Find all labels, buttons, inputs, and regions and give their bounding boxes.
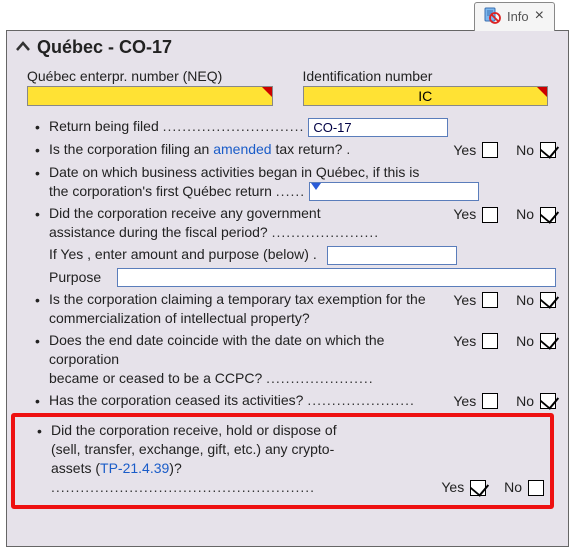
bullet-icon: • [35, 140, 49, 160]
no-label: No [516, 291, 534, 310]
bullet-icon: • [35, 204, 49, 224]
no-label: No [504, 478, 522, 497]
amended-text-pre: Is the corporation filing an [49, 141, 213, 157]
tab-label: Info [507, 9, 529, 24]
bullet-icon: • [35, 331, 49, 351]
crypto-no-checkbox[interactable] [528, 480, 544, 496]
neq-label: Québec enterpr. number (NEQ) [27, 68, 273, 84]
info-tab[interactable]: Info × [474, 2, 555, 31]
enddate-yes-checkbox[interactable] [482, 333, 498, 349]
leader-dots: ...................... [272, 224, 380, 240]
crypto-highlight: • Did the corporation receive, hold or d… [11, 413, 554, 509]
ipexempt-no-checkbox[interactable] [540, 292, 556, 308]
crypto-a: Did the corporation receive, hold or dis… [51, 422, 337, 438]
amended-text-post: tax return? [272, 141, 343, 157]
return-label: Return being filed [49, 118, 159, 134]
section-header[interactable]: Québec - CO-17 [7, 31, 568, 62]
crypto-c-post: )? [169, 460, 181, 476]
dropdown-marker-icon[interactable] [311, 183, 321, 190]
ceased-no-checkbox[interactable] [540, 393, 556, 409]
date-input[interactable] [309, 182, 479, 201]
bullet-icon: • [35, 290, 49, 310]
ceased-yes-checkbox[interactable] [482, 393, 498, 409]
yes-label: Yes [453, 141, 476, 160]
bullet-icon: • [35, 117, 49, 137]
govassist-a: Did the corporation receive any governme… [49, 205, 321, 221]
govassist-b: assistance during the fiscal period? [49, 224, 268, 240]
no-label: No [516, 141, 534, 160]
crypto-b: (sell, transfer, exchange, gift, etc.) a… [51, 441, 334, 457]
amended-no-checkbox[interactable] [540, 142, 556, 158]
leader-dots: . [346, 141, 351, 157]
bullet-icon: • [37, 421, 51, 441]
section-title: Québec - CO-17 [37, 37, 172, 58]
leader-dots: ........................................… [51, 479, 315, 495]
chevron-up-icon [15, 37, 31, 58]
no-label: No [516, 205, 534, 224]
purpose-input[interactable] [117, 268, 556, 287]
yes-label: Yes [441, 478, 464, 497]
idnum-value: IC [418, 88, 432, 104]
ipexempt-a: Is the corporation claiming a temporary … [49, 291, 426, 307]
no-label: No [516, 392, 534, 411]
form-panel: Québec - CO-17 Québec enterpr. number (N… [6, 30, 569, 547]
crypto-yes-checkbox[interactable] [470, 480, 486, 496]
amended-yes-checkbox[interactable] [482, 142, 498, 158]
leader-dots: ...................... [307, 392, 415, 408]
yes-label: Yes [453, 205, 476, 224]
enddate-no-checkbox[interactable] [540, 333, 556, 349]
yes-label: Yes [453, 332, 476, 351]
tab-bar: Info × [474, 2, 555, 31]
leader-dots: ...................... [266, 370, 374, 386]
required-marker-icon [537, 87, 547, 97]
date-label-b: the corporation's first Québec return [49, 183, 272, 199]
bullet-icon: • [35, 163, 49, 183]
govassist-no-checkbox[interactable] [540, 207, 556, 223]
amended-link[interactable]: amended [213, 141, 271, 157]
amount-input[interactable] [327, 246, 457, 265]
crypto-c-pre: assets ( [51, 460, 100, 476]
enddate-b: became or ceased to be a CCPC? [49, 370, 262, 386]
yes-label: Yes [453, 392, 476, 411]
idnum-label: Identification number [303, 68, 549, 84]
close-icon[interactable]: × [535, 8, 544, 24]
document-deny-icon [483, 7, 501, 25]
enddate-a: Does the end date coincide with the date… [49, 332, 384, 367]
return-type-input[interactable]: CO-17 [308, 118, 448, 137]
ceased-label: Has the corporation ceased its activitie… [49, 392, 303, 408]
neq-input[interactable] [27, 86, 273, 106]
required-marker-icon [262, 87, 272, 97]
bullet-icon: • [35, 391, 49, 411]
ifyes-label: If Yes , enter amount and purpose (below… [49, 246, 317, 262]
no-label: No [516, 332, 534, 351]
leader-dots: ...... [276, 183, 305, 199]
ipexempt-b: commercialization of intellectual proper… [49, 310, 310, 326]
yes-label: Yes [453, 291, 476, 310]
ipexempt-yes-checkbox[interactable] [482, 292, 498, 308]
date-label-a: Date on which business activities began … [49, 164, 419, 180]
idnum-input[interactable]: IC [303, 86, 549, 106]
crypto-form-link[interactable]: TP-21.4.39 [100, 460, 169, 476]
leader-dots: ............................. [163, 118, 305, 134]
govassist-yes-checkbox[interactable] [482, 207, 498, 223]
purpose-label: Purpose [49, 268, 109, 287]
